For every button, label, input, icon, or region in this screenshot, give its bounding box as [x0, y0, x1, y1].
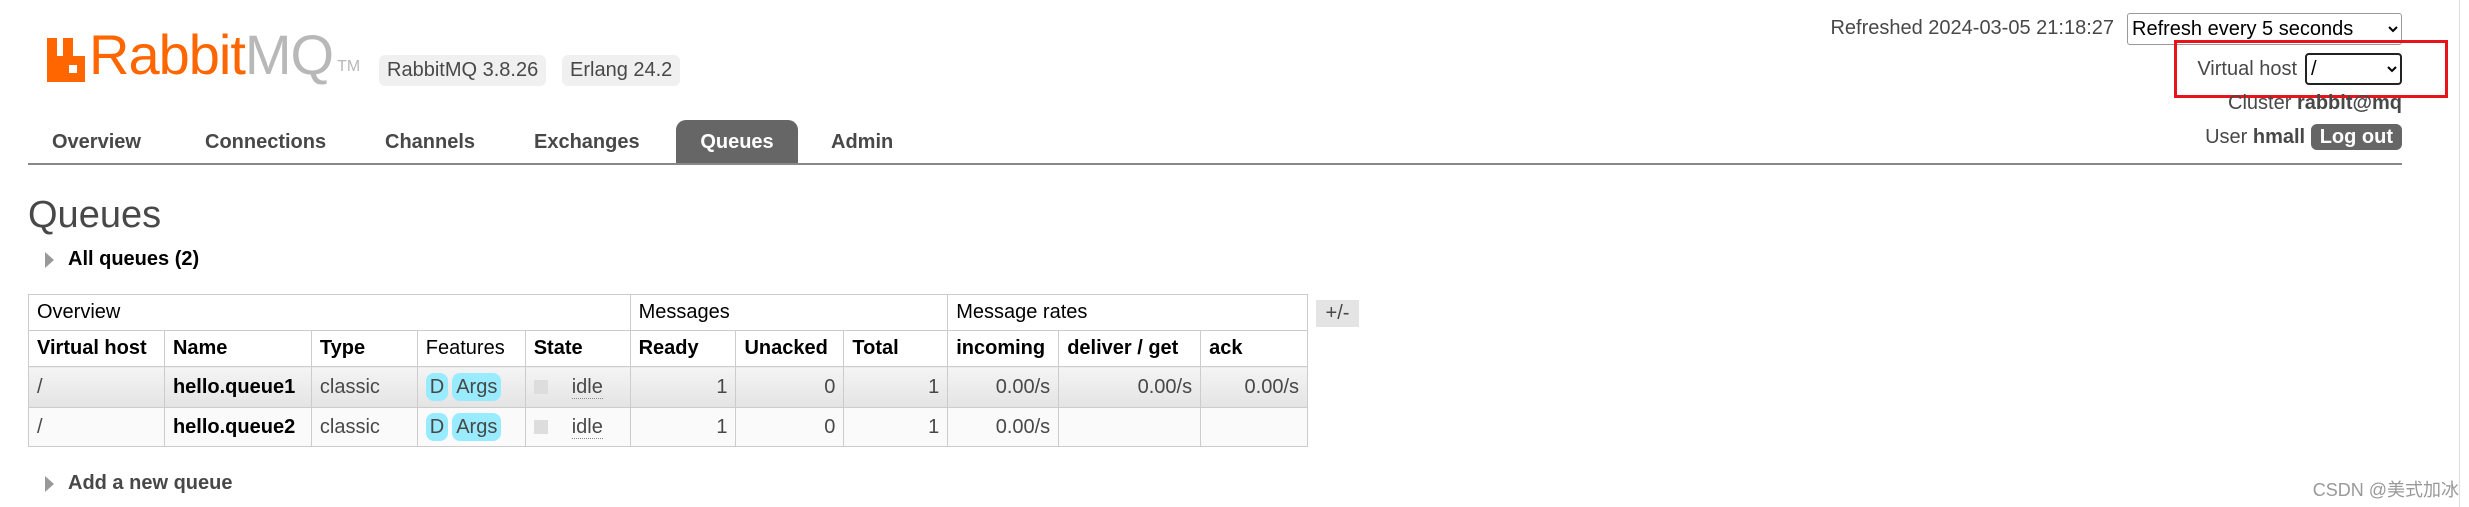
cell-state: idle: [571, 375, 603, 399]
add-queue-toggle[interactable]: Add a new queue: [45, 472, 232, 495]
feature-durable-badge: D: [425, 372, 449, 401]
rabbitmq-logo: Rabbit MQ TM: [47, 23, 361, 86]
tab-exchanges[interactable]: Exchanges: [534, 120, 640, 164]
scrollbar-edge: [2459, 0, 2460, 507]
feature-args-badge: Args: [452, 412, 502, 441]
col-type[interactable]: Type: [310, 330, 418, 367]
cell-ready: 1: [629, 366, 737, 408]
toggle-columns-button[interactable]: +/-: [1316, 300, 1359, 327]
col-features: Features: [416, 330, 526, 367]
highlight-box: [2174, 40, 2448, 98]
tab-channels[interactable]: Channels: [385, 120, 475, 164]
cluster-name: rabbit@mq: [2296, 92, 2402, 114]
queue-name-link[interactable]: hello.queue2: [173, 416, 295, 438]
cell-state: idle: [571, 415, 603, 439]
cell-ack: [1200, 407, 1308, 447]
queue-name-link[interactable]: hello.queue1: [173, 376, 295, 398]
logo-tm: TM: [337, 58, 361, 75]
col-unacked[interactable]: Unacked: [735, 330, 845, 367]
cell-total: 1: [843, 366, 949, 408]
all-queues-label: All queues (2): [68, 248, 200, 270]
rabbitmq-version-badge: RabbitMQ 3.8.26: [379, 55, 547, 86]
col-virtual-host[interactable]: Virtual host: [28, 330, 165, 367]
user-info: User hmall Log out: [2205, 124, 2402, 150]
group-overview: Overview: [28, 294, 631, 331]
cell-vhost: /: [28, 366, 165, 408]
cell-unacked: 0: [735, 407, 845, 447]
user-label: User: [2205, 126, 2248, 148]
expand-triangle-icon: [45, 475, 54, 492]
col-total[interactable]: Total: [843, 330, 949, 367]
tab-divider: [28, 163, 2402, 165]
user-name: hmall: [2252, 126, 2306, 148]
tab-connections[interactable]: Connections: [205, 120, 326, 164]
cell-deliver-get: 0.00/s: [1058, 366, 1202, 408]
state-indicator-icon: [533, 380, 548, 395]
state-indicator-icon: [533, 420, 548, 435]
logo-text: Rabbit: [89, 23, 246, 86]
tab-admin[interactable]: Admin: [831, 120, 893, 164]
table-row[interactable]: / hello.queue1 classic D Args idle 1 0 1 …: [28, 366, 1308, 408]
all-queues-toggle[interactable]: All queues (2): [45, 248, 199, 271]
group-messages: Messages: [629, 294, 949, 331]
logo-text-mq: MQ: [244, 23, 334, 86]
tab-overview[interactable]: Overview: [52, 120, 141, 164]
cell-total: 1: [843, 407, 949, 447]
cell-type: classic: [310, 366, 418, 408]
add-queue-label: Add a new queue: [68, 472, 233, 494]
watermark: CSDN @美式加冰: [2312, 480, 2459, 500]
col-name[interactable]: Name: [163, 330, 312, 367]
logout-button[interactable]: Log out: [2310, 124, 2402, 150]
cell-unacked: 0: [735, 366, 845, 408]
cluster-label: Cluster: [2228, 92, 2292, 114]
col-ack[interactable]: ack: [1200, 330, 1308, 367]
refreshed-timestamp: Refreshed 2024-03-05 21:18:27: [1830, 17, 2114, 39]
cluster-info: Cluster rabbit@mq: [2228, 92, 2402, 115]
cell-ready: 1: [629, 407, 737, 447]
cell-vhost: /: [28, 407, 165, 447]
feature-durable-badge: D: [425, 412, 449, 441]
feature-args-badge: Args: [452, 372, 502, 401]
col-ready[interactable]: Ready: [629, 330, 737, 367]
group-message-rates: Message rates: [947, 294, 1308, 331]
col-state[interactable]: State: [524, 330, 631, 367]
col-incoming[interactable]: incoming: [947, 330, 1060, 367]
cell-type: classic: [310, 407, 418, 447]
cell-incoming: 0.00/s: [947, 407, 1060, 447]
tab-queues[interactable]: Queues: [676, 120, 798, 164]
cell-incoming: 0.00/s: [947, 366, 1060, 408]
expand-triangle-icon: [45, 251, 54, 268]
col-deliver-get[interactable]: deliver / get: [1058, 330, 1202, 367]
queues-table: Overview Messages Message rates Virtual …: [28, 294, 1308, 447]
table-row[interactable]: / hello.queue2 classic D Args idle 1 0 1 …: [28, 407, 1308, 447]
erlang-version-badge: Erlang 24.2: [562, 55, 681, 86]
page-title: Queues: [28, 194, 162, 236]
rabbit-logo-icon: [47, 38, 85, 82]
cell-ack: 0.00/s: [1200, 366, 1308, 408]
cell-deliver-get: [1058, 407, 1202, 447]
